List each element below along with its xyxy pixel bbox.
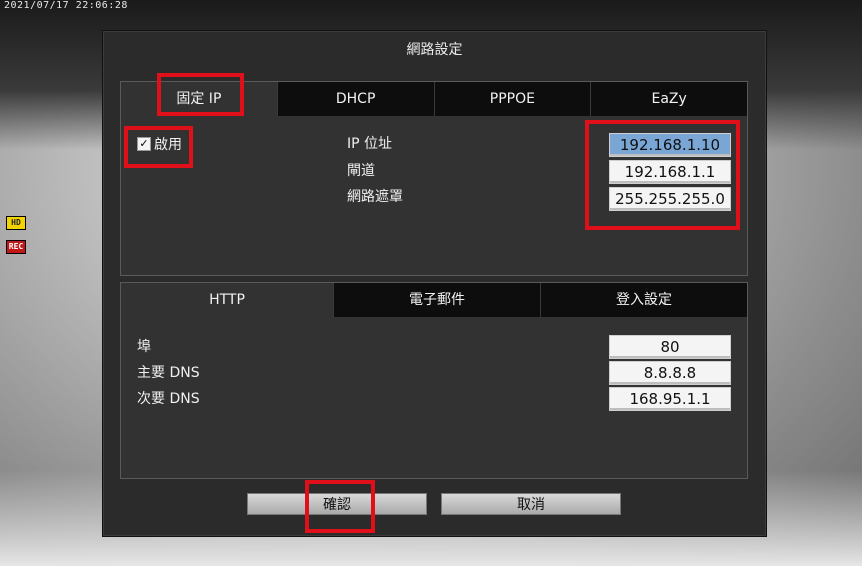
secondary-dns-label: 次要 DNS [137,391,200,407]
subnet-mask-input[interactable]: 255.255.255.0 [609,187,731,211]
tab-dhcp[interactable]: DHCP [276,82,434,116]
services-tabs: HTTP 電子郵件 登入設定 [121,283,747,317]
tab-http[interactable]: HTTP [121,283,333,317]
primary-dns-input[interactable]: 8.8.8.8 [609,361,731,385]
enable-label: 啟用 [154,137,182,153]
osd-timestamp: 2021/07/17 22:06:28 [4,0,128,11]
rec-badge-icon: REC [6,240,26,254]
hd-badge-icon: HD [6,216,26,230]
tab-email[interactable]: 電子郵件 [333,283,540,317]
network-tabs: 固定 IP DHCP PPPOE EaZy [121,82,747,116]
tab-eazy[interactable]: EaZy [590,82,747,116]
primary-dns-label: 主要 DNS [137,365,200,381]
gateway-label: 閘道 [347,163,375,179]
tab-static-ip[interactable]: 固定 IP [121,82,277,116]
tab-pppoe[interactable]: PPPOE [433,82,591,116]
port-label: 埠 [137,339,151,355]
subnet-mask-label: 網路遮罩 [347,189,403,205]
ip-address-label: IP 位址 [347,136,393,152]
services-panel: HTTP 電子郵件 登入設定 埠 主要 DNS 次要 DNS 80 8.8.8.… [120,282,748,479]
dialog-title: 網路設定 [406,42,463,58]
cancel-button[interactable]: 取消 [441,493,621,515]
secondary-dns-input[interactable]: 168.95.1.1 [609,387,731,411]
enable-checkbox[interactable]: ✓ [137,137,151,151]
gateway-input[interactable]: 192.168.1.1 [609,160,731,184]
network-panel: 固定 IP DHCP PPPOE EaZy ✓ 啟用 IP 位址 閘道 網路遮罩… [120,81,748,276]
ip-address-input[interactable]: 192.168.1.10 [609,133,731,157]
network-settings-dialog: 網路設定 固定 IP DHCP PPPOE EaZy ✓ 啟用 IP 位址 閘道… [102,30,767,537]
confirm-button[interactable]: 確認 [247,493,427,515]
port-input[interactable]: 80 [609,335,731,359]
enable-checkbox-row[interactable]: ✓ 啟用 [137,134,182,154]
tab-login-settings[interactable]: 登入設定 [540,283,747,317]
